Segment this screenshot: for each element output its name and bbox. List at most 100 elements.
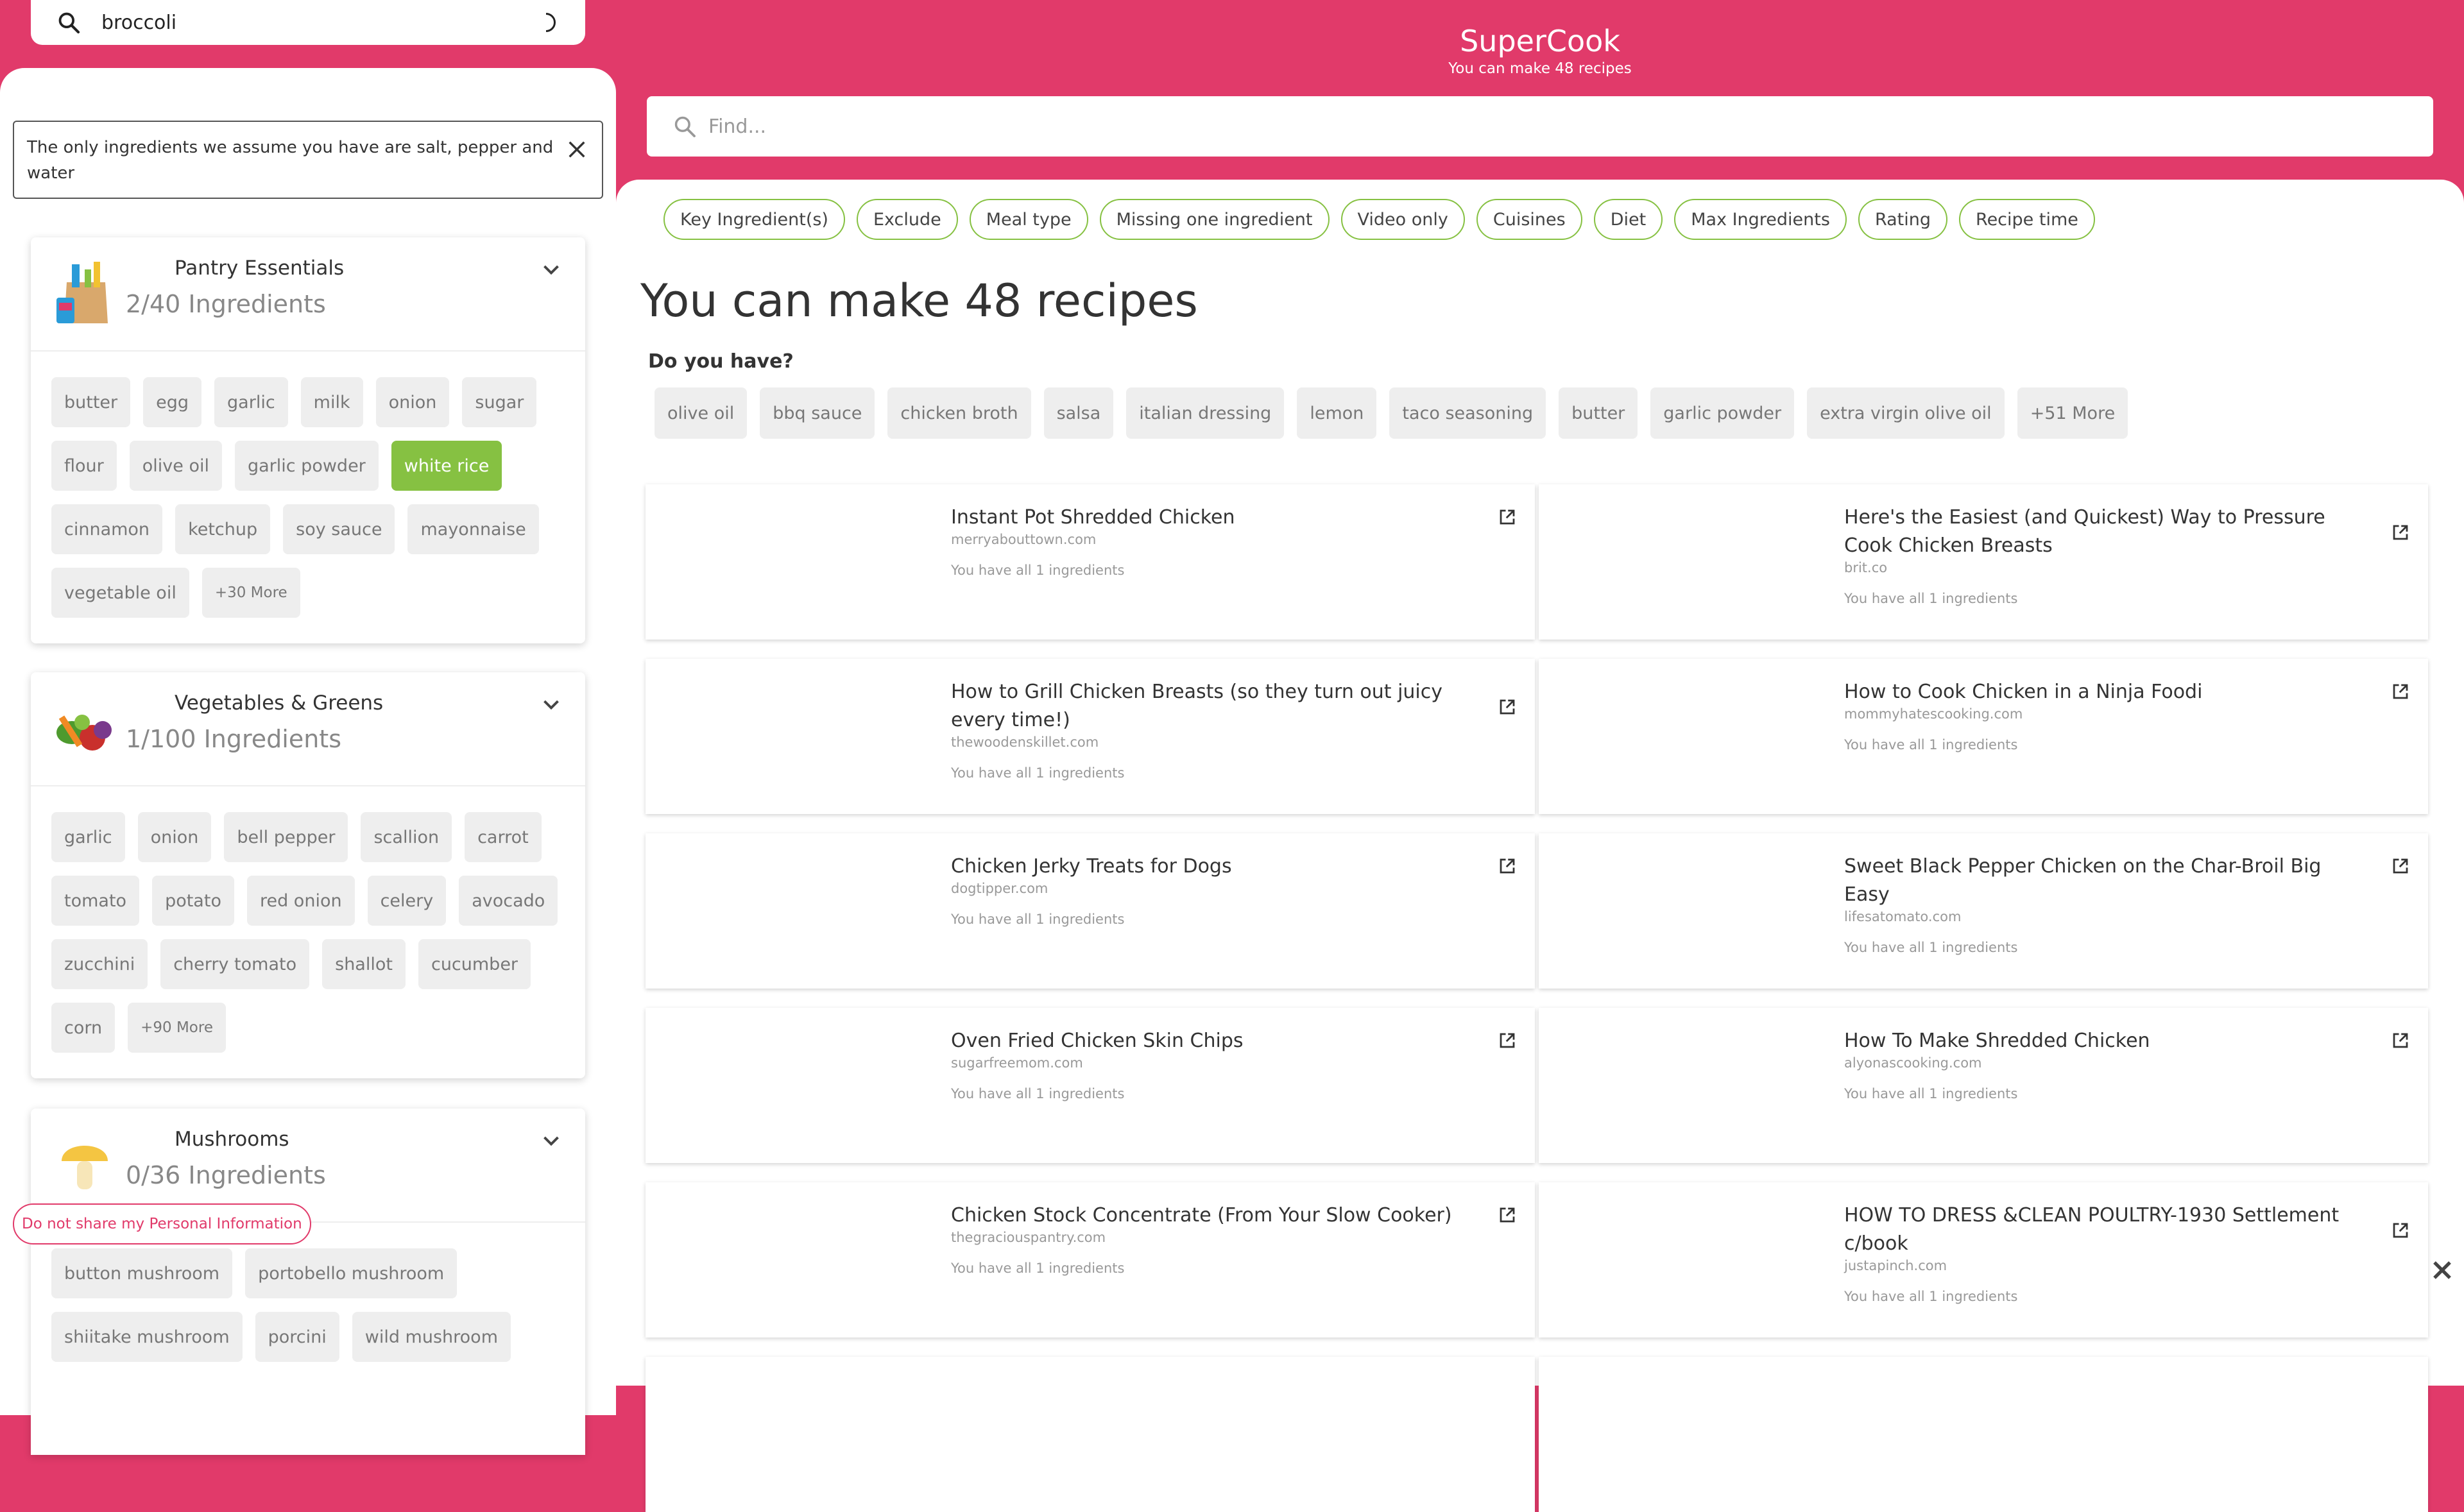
ingredient-chip[interactable]: ketchup [175,504,271,554]
ingredient-chip[interactable]: onion [375,377,450,427]
filter-rating[interactable]: Rating [1858,199,1948,240]
recipe-title[interactable]: Sweet Black Pepper Chicken on the Char-B… [1844,855,2321,906]
category-header[interactable]: Vegetables & Greens 1/100 Ingredients [31,672,585,786]
ingredient-chip[interactable]: tomato [51,876,140,926]
suggestion-chip[interactable]: italian dressing [1126,387,1285,439]
ingredient-chip[interactable]: cherry tomato [160,939,310,989]
filter-recipe-time[interactable]: Recipe time [1959,199,2095,240]
category-header[interactable]: Pantry Essentials 2/40 Ingredients [31,237,585,352]
recipe-card[interactable]: Chicken Stock Concentrate (From Your Slo… [646,1182,1535,1338]
ingredient-chip[interactable]: scallion [361,812,452,862]
more-ingredients-button[interactable]: +90 More [128,1003,226,1053]
close-icon[interactable] [566,139,588,160]
ingredient-chip[interactable]: garlic [214,377,288,427]
ingredient-chip[interactable]: shallot [322,939,406,989]
ingredient-chip[interactable]: celery [367,876,447,926]
filter-cuisines[interactable]: Cuisines [1476,199,1582,240]
recipe-card-partial[interactable] [1539,1357,2428,1512]
recipe-card[interactable]: Here's the Easiest (and Quickest) Way to… [1539,484,2428,640]
recipe-card-partial[interactable] [646,1357,1535,1512]
recipe-title[interactable]: Here's the Easiest (and Quickest) Way to… [1844,506,2325,557]
brand-logo[interactable]: SuperCook [1412,23,1668,59]
ingredient-chip[interactable]: soy sauce [283,504,395,554]
external-link-icon[interactable] [1498,507,1517,527]
ingredient-chip[interactable]: corn [51,1003,116,1053]
filter-diet[interactable]: Diet [1593,199,1663,240]
suggestion-chip[interactable]: salsa [1043,387,1114,439]
suggestion-chip[interactable]: garlic powder [1650,387,1795,439]
filter-video-only[interactable]: Video only [1340,199,1465,240]
recipe-card[interactable]: Sweet Black Pepper Chicken on the Char-B… [1539,833,2428,989]
close-icon[interactable] [2431,1259,2454,1282]
external-link-icon[interactable] [1498,697,1517,717]
ingredient-chip[interactable]: garlic [51,812,125,862]
ingredient-chip[interactable]: mayonnaise [407,504,539,554]
ingredient-chip[interactable]: bell pepper [224,812,348,862]
chevron-down-icon[interactable] [542,263,561,277]
ingredient-chip[interactable]: potato [152,876,234,926]
chevron-down-icon[interactable] [542,1134,561,1148]
recipe-card[interactable]: How to Grill Chicken Breasts (so they tu… [646,659,1535,814]
more-suggestions-button[interactable]: +51 More [2017,387,2128,439]
recipe-card[interactable]: Oven Fried Chicken Skin Chips sugarfreem… [646,1008,1535,1163]
ingredient-chip[interactable]: egg [143,377,202,427]
ingredient-chip[interactable]: cucumber [418,939,531,989]
filter-exclude[interactable]: Exclude [856,199,958,240]
ingredient-chip[interactable]: vegetable oil [51,568,189,618]
external-link-icon[interactable] [2391,1031,2410,1050]
ingredient-search[interactable]: broccoli [31,0,585,45]
ingredient-chip[interactable]: butter [51,377,131,427]
ingredient-chip[interactable]: flour [51,441,117,491]
suggestion-chip[interactable]: chicken broth [887,387,1031,439]
ingredient-chip[interactable]: red onion [246,876,355,926]
recipe-title[interactable]: HOW TO DRESS &CLEAN POULTRY-1930 Settlem… [1844,1204,2339,1255]
recipe-find-input[interactable] [708,107,2433,146]
recipe-title[interactable]: How To Make Shredded Chicken [1844,1030,2150,1052]
recipe-card[interactable]: HOW TO DRESS &CLEAN POULTRY-1930 Settlem… [1539,1182,2428,1338]
suggestion-chip[interactable]: bbq sauce [760,387,875,439]
external-link-icon[interactable] [1498,856,1517,876]
suggestion-chip[interactable]: taco seasoning [1389,387,1546,439]
ingredient-chip[interactable]: milk [300,377,363,427]
ingredient-chip[interactable]: onion [137,812,212,862]
filter-meal-type[interactable]: Meal type [969,199,1088,240]
ingredient-chip[interactable]: portobello mushroom [245,1248,458,1298]
suggestion-chip[interactable]: olive oil [654,387,748,439]
more-ingredients-button[interactable]: +30 More [201,568,300,618]
recipe-card[interactable]: Chicken Jerky Treats for Dogs dogtipper.… [646,833,1535,989]
suggestion-chip[interactable]: lemon [1297,387,1377,439]
recipe-card[interactable]: Instant Pot Shredded Chicken merryaboutt… [646,484,1535,640]
suggestion-chip[interactable]: butter [1559,387,1638,439]
ingredient-chip[interactable]: carrot [465,812,542,862]
ingredient-chip-selected[interactable]: white rice [391,441,502,491]
ingredient-chip[interactable]: olive oil [129,441,222,491]
external-link-icon[interactable] [2391,523,2410,542]
recipe-card[interactable]: How To Make Shredded Chicken alyonascook… [1539,1008,2428,1163]
ingredient-chip[interactable]: wild mushroom [352,1312,511,1362]
external-link-icon[interactable] [1498,1031,1517,1050]
suggestion-chip[interactable]: extra virgin olive oil [1807,387,2005,439]
recipe-card[interactable]: How to Cook Chicken in a Ninja Foodi mom… [1539,659,2428,814]
ingredient-chip[interactable]: zucchini [51,939,148,989]
ingredient-chip[interactable]: sugar [462,377,537,427]
filter-max-ingredients[interactable]: Max Ingredients [1674,199,1847,240]
recipe-title[interactable]: Chicken Jerky Treats for Dogs [951,855,1232,878]
recipe-title[interactable]: Oven Fried Chicken Skin Chips [951,1030,1244,1052]
recipe-title[interactable]: How to Grill Chicken Breasts (so they tu… [951,681,1442,731]
recipe-title[interactable]: Chicken Stock Concentrate (From Your Slo… [951,1204,1452,1227]
external-link-icon[interactable] [1498,1205,1517,1225]
recipe-title[interactable]: Instant Pot Shredded Chicken [951,506,1235,529]
chevron-down-icon[interactable] [542,698,561,712]
ingredient-chip[interactable]: garlic powder [234,441,379,491]
ingredient-chip[interactable]: cinnamon [51,504,163,554]
external-link-icon[interactable] [2391,682,2410,701]
ingredient-chip[interactable]: shiitake mushroom [51,1312,243,1362]
external-link-icon[interactable] [2391,1221,2410,1240]
ingredient-search-value[interactable]: broccoli [101,12,540,34]
filter-key-ingredients[interactable]: Key Ingredient(s) [663,199,845,240]
privacy-opt-out-button[interactable]: Do not share my Personal Information [13,1203,311,1244]
ingredient-chip[interactable]: porcini [255,1312,339,1362]
filter-missing-one[interactable]: Missing one ingredient [1099,199,1330,240]
ingredient-chip[interactable]: button mushroom [51,1248,233,1298]
ingredient-chip[interactable]: avocado [459,876,558,926]
